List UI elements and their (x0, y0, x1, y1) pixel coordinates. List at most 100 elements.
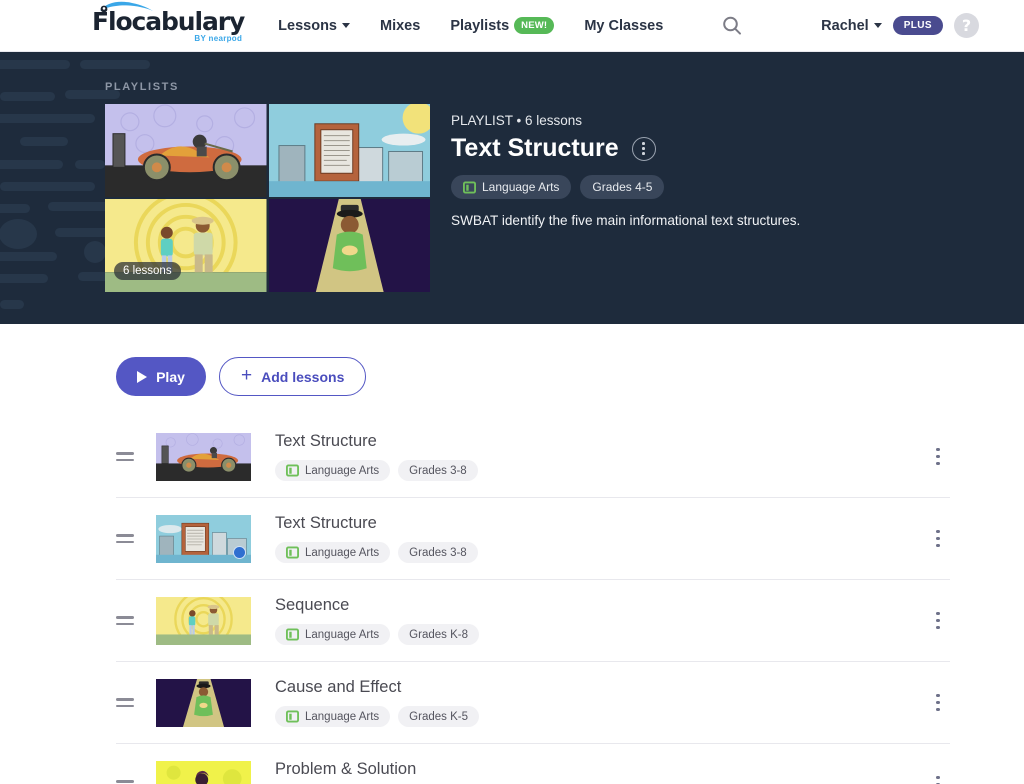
lesson-tag-row: Language Arts Grades 3-8 (275, 542, 950, 563)
lesson-options-kebab-icon[interactable] (926, 694, 950, 711)
nav-item-playlists-label: Playlists (450, 17, 510, 34)
lesson-row[interactable]: Cause and Effect Language Arts Grades K-5 (116, 662, 950, 744)
lesson-tag-label: Grades 3-8 (409, 546, 467, 559)
ela-icon (286, 464, 299, 477)
lesson-options-kebab-icon[interactable] (926, 776, 950, 784)
lesson-options-kebab-icon[interactable] (926, 530, 950, 547)
lesson-tag-grades: Grades 3-8 (398, 542, 478, 563)
lesson-title[interactable]: Sequence (275, 596, 950, 615)
nav-item-lessons-label: Lessons (278, 17, 338, 34)
add-lessons-button[interactable]: + Add lessons (219, 357, 367, 396)
nav-item-lessons[interactable]: Lessons (278, 17, 351, 34)
nav-item-mixes-label: Mixes (380, 17, 421, 34)
user-menu[interactable]: Rachel (821, 18, 882, 34)
lesson-title[interactable]: Cause and Effect (275, 678, 950, 697)
lesson-tag-label: Grades 3-8 (409, 464, 467, 477)
user-name-label: Rachel (821, 17, 869, 34)
drag-handle-icon[interactable] (116, 698, 134, 707)
lesson-body: Text Structure Language Arts Grades 3-8 (275, 514, 950, 563)
drag-handle-icon[interactable] (116, 616, 134, 625)
hero-tag-grades-label: Grades 4-5 (592, 180, 653, 194)
hero-tag-subject-label: Language Arts (482, 180, 560, 194)
lesson-tag-row: Language Arts Grades K-5 (275, 706, 950, 727)
drag-handle-icon[interactable] (116, 452, 134, 461)
lesson-thumbnail[interactable] (156, 514, 251, 563)
lesson-title[interactable]: Problem & Solution (275, 760, 950, 779)
nav-item-my-classes[interactable]: My Classes (584, 18, 663, 34)
play-button[interactable]: Play (116, 357, 206, 396)
ela-icon (286, 628, 299, 641)
play-button-label: Play (156, 368, 185, 385)
lesson-options-kebab-icon[interactable] (926, 448, 950, 465)
lesson-row[interactable]: Sequence Language Arts Grades K-8 (116, 580, 950, 662)
thumbnail-car (105, 104, 267, 197)
drag-handle-icon[interactable] (116, 534, 134, 543)
drag-handle-icon[interactable] (116, 780, 134, 784)
lesson-thumbnail[interactable] (156, 678, 251, 727)
playlist-thumbnail-grid[interactable]: 6 lessons (105, 104, 430, 292)
thumbnail-spotlight (268, 199, 430, 292)
lesson-tag-subject: Language Arts (275, 706, 391, 727)
playlist-options-kebab-icon[interactable] (631, 136, 656, 161)
flocabulary-logo[interactable]: Flocabulary BY nearpod (92, 1, 245, 43)
ela-icon (463, 180, 476, 194)
ela-icon (286, 710, 299, 723)
logo-swoosh-icon (100, 1, 153, 12)
lesson-count-badge: 6 lessons (114, 262, 181, 280)
lesson-thumbnail[interactable] (156, 760, 251, 784)
plus-badge: PLUS (892, 16, 943, 35)
lesson-title[interactable]: Text Structure (275, 432, 950, 451)
hero-tag-subject: Language Arts (451, 175, 572, 199)
play-icon (137, 370, 148, 383)
hero-kicker: PLAYLIST • 6 lessons (451, 113, 583, 128)
lesson-tag-label: Grades K-5 (409, 710, 468, 723)
video-badge-icon (233, 545, 246, 559)
new-badge: NEW! (514, 17, 555, 34)
lesson-tag-grades: Grades K-5 (398, 706, 479, 727)
action-button-row: Play + Add lessons (0, 324, 1024, 396)
lesson-tag-label: Grades K-8 (409, 628, 468, 641)
lesson-tag-subject: Language Arts (275, 460, 391, 481)
playlist-description: SWBAT identify the five main information… (451, 213, 801, 228)
lesson-tag-label: Language Arts (305, 628, 380, 641)
chevron-down-icon (873, 23, 882, 28)
search-icon[interactable] (721, 15, 743, 37)
lesson-thumbnail[interactable] (156, 596, 251, 645)
lesson-tag-subject: Language Arts (275, 542, 391, 563)
lesson-body: Sequence Language Arts Grades K-8 (275, 596, 950, 645)
chevron-down-icon (342, 23, 351, 28)
thumbnail-billboard (268, 104, 430, 197)
page-title: Text Structure (451, 134, 619, 162)
lesson-title[interactable]: Text Structure (275, 514, 950, 533)
lesson-list: Text Structure Language Arts Grades 3-8 Te… (0, 416, 1024, 784)
lesson-thumbnail[interactable] (156, 432, 251, 481)
lesson-tag-row: Language Arts Grades 3-8 (275, 460, 950, 481)
ela-icon (286, 546, 299, 559)
lesson-options-kebab-icon[interactable] (926, 612, 950, 629)
lesson-row[interactable]: Text Structure Language Arts Grades 3-8 (116, 416, 950, 498)
lesson-tag-label: Language Arts (305, 710, 380, 723)
lesson-row[interactable]: Text Structure Language Arts Grades 3-8 (116, 498, 950, 580)
lesson-body: Problem & SolutionLanguage ArtsGrades 3-… (275, 760, 950, 784)
nav-links: Lessons Mixes Playlists NEW! My Classes (278, 15, 743, 37)
top-navbar: Flocabulary BY nearpod Lessons Mixes Pla… (0, 0, 1024, 52)
nav-item-playlists[interactable]: Playlists NEW! (450, 17, 555, 34)
hero-text-block: PLAYLIST • 6 lessons Text Structure Lang… (451, 113, 800, 292)
lesson-tag-subject: Language Arts (275, 624, 391, 645)
add-lessons-button-label: Add lessons (261, 368, 345, 385)
lesson-row[interactable]: Problem & SolutionLanguage ArtsGrades 3-… (116, 744, 950, 784)
lesson-tag-grades: Grades 3-8 (398, 460, 478, 481)
lesson-tag-label: Language Arts (305, 464, 380, 477)
lesson-tag-row: Language Arts Grades K-8 (275, 624, 950, 645)
nav-item-my-classes-label: My Classes (584, 17, 664, 34)
lesson-body: Cause and Effect Language Arts Grades K-5 (275, 678, 950, 727)
help-icon[interactable]: ? (954, 13, 979, 38)
lesson-tag-label: Language Arts (305, 546, 380, 559)
hero-tag-grades: Grades 4-5 (580, 175, 665, 199)
lesson-tag-grades: Grades K-8 (398, 624, 479, 645)
hero-section: PLAYLISTS 6 lessons PLAYLIST • 6 lessons… (0, 52, 1024, 324)
lesson-body: Text Structure Language Arts Grades 3-8 (275, 432, 950, 481)
nav-right-group: Rachel PLUS ? (821, 13, 979, 38)
hero-tag-row: Language Arts Grades 4-5 (451, 175, 800, 199)
nav-item-mixes[interactable]: Mixes (380, 18, 420, 34)
